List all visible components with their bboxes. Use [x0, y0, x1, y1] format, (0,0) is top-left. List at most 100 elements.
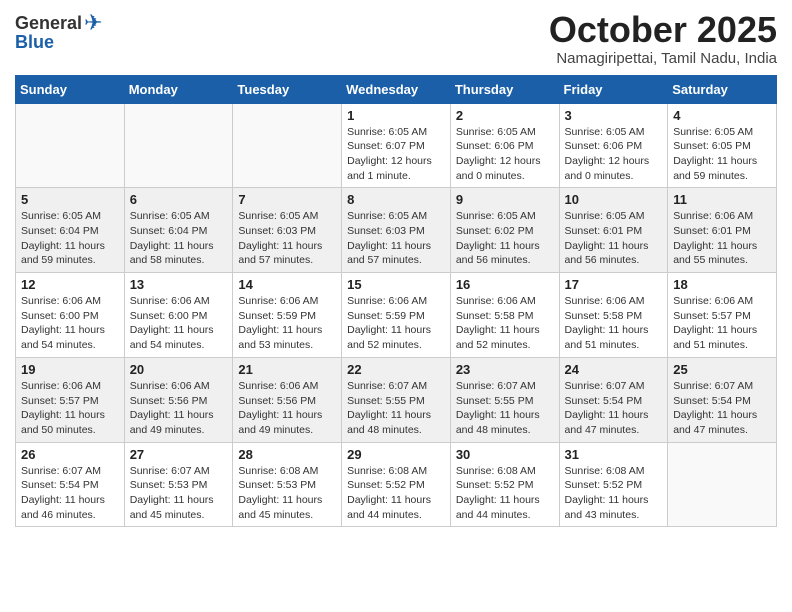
cell-info-line: Sunset: 5:56 PM: [130, 394, 228, 409]
calendar-cell: 8Sunrise: 6:05 AMSunset: 6:03 PMDaylight…: [342, 188, 451, 273]
day-number: 22: [347, 362, 445, 377]
day-number: 20: [130, 362, 228, 377]
day-number: 26: [21, 447, 119, 462]
cell-info-line: Sunset: 6:01 PM: [673, 224, 771, 239]
calendar-cell: 3Sunrise: 6:05 AMSunset: 6:06 PMDaylight…: [559, 103, 668, 188]
cell-info-line: Sunrise: 6:05 AM: [673, 125, 771, 140]
day-number: 7: [238, 192, 336, 207]
weekday-header-tuesday: Tuesday: [233, 75, 342, 103]
cell-info-line: Daylight: 11 hours: [21, 239, 119, 254]
day-number: 25: [673, 362, 771, 377]
cell-info-line: Sunrise: 6:06 AM: [130, 294, 228, 309]
calendar-cell: 10Sunrise: 6:05 AMSunset: 6:01 PMDayligh…: [559, 188, 668, 273]
calendar-cell: 12Sunrise: 6:06 AMSunset: 6:00 PMDayligh…: [16, 273, 125, 358]
calendar-cell: 9Sunrise: 6:05 AMSunset: 6:02 PMDaylight…: [450, 188, 559, 273]
calendar-cell: 23Sunrise: 6:07 AMSunset: 5:55 PMDayligh…: [450, 357, 559, 442]
day-number: 10: [565, 192, 663, 207]
cell-info-line: and 44 minutes.: [456, 508, 554, 523]
cell-info-line: Sunset: 6:00 PM: [130, 309, 228, 324]
cell-info-line: Sunset: 5:55 PM: [456, 394, 554, 409]
cell-info-line: and 54 minutes.: [21, 338, 119, 353]
calendar-cell: 20Sunrise: 6:06 AMSunset: 5:56 PMDayligh…: [124, 357, 233, 442]
cell-info-line: Sunset: 5:52 PM: [565, 478, 663, 493]
cell-info-line: Daylight: 11 hours: [347, 493, 445, 508]
cell-info-line: and 0 minutes.: [565, 169, 663, 184]
calendar-cell: 2Sunrise: 6:05 AMSunset: 6:06 PMDaylight…: [450, 103, 559, 188]
calendar-cell: 29Sunrise: 6:08 AMSunset: 5:52 PMDayligh…: [342, 442, 451, 527]
weekday-header-friday: Friday: [559, 75, 668, 103]
cell-info-line: Daylight: 11 hours: [347, 323, 445, 338]
day-number: 23: [456, 362, 554, 377]
calendar-cell: 15Sunrise: 6:06 AMSunset: 5:59 PMDayligh…: [342, 273, 451, 358]
cell-info-line: Daylight: 11 hours: [673, 323, 771, 338]
cell-info-line: Sunset: 6:03 PM: [238, 224, 336, 239]
calendar-cell: 14Sunrise: 6:06 AMSunset: 5:59 PMDayligh…: [233, 273, 342, 358]
weekday-header-thursday: Thursday: [450, 75, 559, 103]
calendar-cell: 4Sunrise: 6:05 AMSunset: 6:05 PMDaylight…: [668, 103, 777, 188]
calendar-cell: [668, 442, 777, 527]
cell-info-line: Daylight: 11 hours: [21, 408, 119, 423]
cell-info-line: Sunset: 6:00 PM: [21, 309, 119, 324]
cell-info-line: Sunset: 6:05 PM: [673, 139, 771, 154]
cell-info-line: and 52 minutes.: [456, 338, 554, 353]
calendar-cell: 27Sunrise: 6:07 AMSunset: 5:53 PMDayligh…: [124, 442, 233, 527]
cell-info-line: and 48 minutes.: [347, 423, 445, 438]
cell-info-line: Daylight: 11 hours: [347, 408, 445, 423]
day-number: 6: [130, 192, 228, 207]
cell-info-line: and 59 minutes.: [21, 253, 119, 268]
day-number: 31: [565, 447, 663, 462]
calendar-cell: [233, 103, 342, 188]
day-number: 9: [456, 192, 554, 207]
day-number: 14: [238, 277, 336, 292]
weekday-header-row: SundayMondayTuesdayWednesdayThursdayFrid…: [16, 75, 777, 103]
day-number: 24: [565, 362, 663, 377]
calendar-week-row-3: 12Sunrise: 6:06 AMSunset: 6:00 PMDayligh…: [16, 273, 777, 358]
day-number: 21: [238, 362, 336, 377]
calendar-cell: 26Sunrise: 6:07 AMSunset: 5:54 PMDayligh…: [16, 442, 125, 527]
cell-info-line: Sunset: 5:52 PM: [347, 478, 445, 493]
cell-info-line: Daylight: 11 hours: [673, 408, 771, 423]
cell-info-line: Sunrise: 6:06 AM: [673, 209, 771, 224]
weekday-header-saturday: Saturday: [668, 75, 777, 103]
calendar-cell: 24Sunrise: 6:07 AMSunset: 5:54 PMDayligh…: [559, 357, 668, 442]
calendar-cell: 31Sunrise: 6:08 AMSunset: 5:52 PMDayligh…: [559, 442, 668, 527]
cell-info-line: and 54 minutes.: [130, 338, 228, 353]
location-subtitle: Namagiripettai, Tamil Nadu, India: [549, 50, 777, 67]
cell-info-line: Sunrise: 6:07 AM: [673, 379, 771, 394]
cell-info-line: Sunrise: 6:05 AM: [347, 125, 445, 140]
weekday-header-sunday: Sunday: [16, 75, 125, 103]
day-number: 11: [673, 192, 771, 207]
cell-info-line: Sunrise: 6:06 AM: [347, 294, 445, 309]
cell-info-line: Sunrise: 6:05 AM: [130, 209, 228, 224]
cell-info-line: and 47 minutes.: [565, 423, 663, 438]
cell-info-line: Sunset: 5:57 PM: [21, 394, 119, 409]
cell-info-line: and 45 minutes.: [238, 508, 336, 523]
cell-info-line: and 46 minutes.: [21, 508, 119, 523]
cell-info-line: Sunrise: 6:08 AM: [565, 464, 663, 479]
cell-info-line: and 57 minutes.: [347, 253, 445, 268]
cell-info-line: and 53 minutes.: [238, 338, 336, 353]
calendar-cell: 17Sunrise: 6:06 AMSunset: 5:58 PMDayligh…: [559, 273, 668, 358]
logo-bird-icon: ✈: [84, 10, 102, 36]
cell-info-line: Daylight: 11 hours: [238, 239, 336, 254]
cell-info-line: Daylight: 11 hours: [347, 239, 445, 254]
day-number: 30: [456, 447, 554, 462]
weekday-header-monday: Monday: [124, 75, 233, 103]
cell-info-line: Sunset: 5:52 PM: [456, 478, 554, 493]
cell-info-line: Daylight: 11 hours: [456, 323, 554, 338]
cell-info-line: Sunrise: 6:07 AM: [21, 464, 119, 479]
cell-info-line: Sunset: 5:54 PM: [673, 394, 771, 409]
day-number: 18: [673, 277, 771, 292]
calendar-cell: 18Sunrise: 6:06 AMSunset: 5:57 PMDayligh…: [668, 273, 777, 358]
day-number: 2: [456, 108, 554, 123]
cell-info-line: Sunset: 6:07 PM: [347, 139, 445, 154]
day-number: 29: [347, 447, 445, 462]
cell-info-line: Daylight: 11 hours: [673, 154, 771, 169]
calendar-cell: 13Sunrise: 6:06 AMSunset: 6:00 PMDayligh…: [124, 273, 233, 358]
cell-info-line: Sunrise: 6:06 AM: [130, 379, 228, 394]
month-title: October 2025: [549, 10, 777, 50]
cell-info-line: Daylight: 11 hours: [565, 323, 663, 338]
weekday-header-wednesday: Wednesday: [342, 75, 451, 103]
cell-info-line: and 50 minutes.: [21, 423, 119, 438]
cell-info-line: Sunset: 6:06 PM: [456, 139, 554, 154]
